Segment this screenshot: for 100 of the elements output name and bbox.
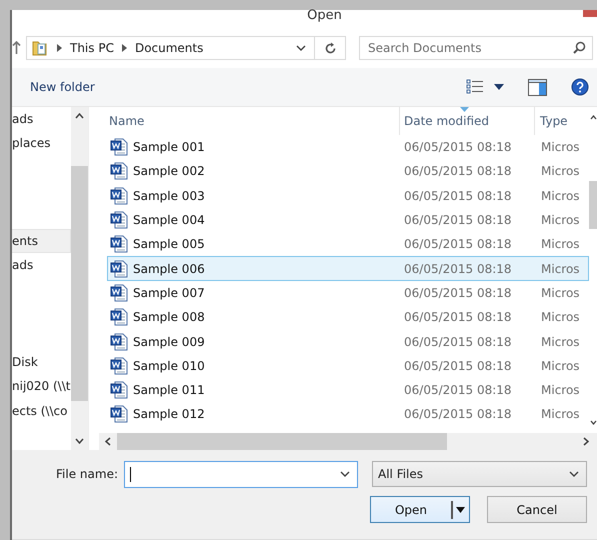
scroll-right-icon[interactable] <box>583 437 589 446</box>
date-cell-text: 06/05/2015 08:18 <box>403 334 513 349</box>
date-cell-text: 06/05/2015 08:18 <box>403 383 513 398</box>
horizontal-scrollbar[interactable] <box>99 433 597 450</box>
file-row[interactable]: Sample 007 06/05/2015 08:18 Micros <box>107 280 589 306</box>
navigation-item[interactable]: ads <box>12 107 71 132</box>
type-cell-text: Micros <box>540 237 581 252</box>
address-bar[interactable]: This PC Documents <box>26 36 346 60</box>
navigation-item[interactable]: ents <box>12 228 71 253</box>
chevron-icon <box>122 44 127 52</box>
word-document-icon <box>110 162 128 180</box>
type-cell-text: Micros <box>540 383 581 398</box>
word-document-icon <box>110 405 128 424</box>
type-cell-text: Micros <box>540 213 581 228</box>
date-cell-text: 06/05/2015 08:18 <box>403 188 513 203</box>
scroll-down-icon[interactable] <box>75 438 84 444</box>
view-list-icon[interactable] <box>466 79 484 95</box>
refresh-icon <box>324 42 336 54</box>
file-row[interactable]: Sample 004 06/05/2015 08:18 Micros <box>107 208 589 232</box>
navigation-item[interactable]: places <box>12 131 71 156</box>
file-name-label: File name: <box>55 467 118 481</box>
file-name: Sample 011 <box>133 383 205 398</box>
word-document-icon <box>110 138 128 156</box>
type-cell-text: Micros <box>540 262 581 276</box>
folder-icon <box>31 39 49 57</box>
file-name: Sample 006 <box>133 262 205 276</box>
type-cell-text: Micros <box>540 164 581 178</box>
new-folder-button[interactable]: New folder <box>30 80 95 94</box>
dropdown-icon[interactable] <box>494 84 504 90</box>
dropdown-icon <box>569 471 579 477</box>
file-name: Sample 009 <box>133 334 205 349</box>
file-name: Sample 012 <box>133 407 205 422</box>
file-row[interactable]: Sample 003 06/05/2015 08:18 Micros <box>107 184 589 208</box>
chevron-icon <box>57 44 62 52</box>
file-row[interactable]: Sample 005 06/05/2015 08:18 Micros <box>107 232 589 256</box>
file-row[interactable]: Sample 001 06/05/2015 08:18 Micros <box>107 135 589 160</box>
scroll-up-icon[interactable] <box>75 113 84 119</box>
dropdown-icon[interactable] <box>456 506 465 512</box>
scrollbar[interactable] <box>71 107 88 450</box>
date-cell-text: 06/05/2015 08:18 <box>403 310 513 324</box>
date-cell-text: 06/05/2015 08:18 <box>403 164 513 178</box>
column-header[interactable]: Name <box>107 107 399 135</box>
column-header[interactable]: Date modified <box>399 107 535 135</box>
navigation-item[interactable]: ads <box>12 252 71 278</box>
file-row[interactable]: Sample 009 06/05/2015 08:18 Micros <box>107 329 589 354</box>
type-cell-text: Micros <box>540 310 581 324</box>
breadcrumb[interactable]: This PC <box>70 41 114 55</box>
file-row[interactable]: Sample 011 06/05/2015 08:18 Micros <box>107 378 589 402</box>
word-document-icon <box>110 308 128 326</box>
navigation-item[interactable]: nij020 (\\t <box>12 374 71 399</box>
date-cell-text: 06/05/2015 08:18 <box>403 407 513 422</box>
file-row[interactable]: Sample 008 06/05/2015 08:18 Micros <box>107 305 589 330</box>
word-document-icon <box>110 235 128 254</box>
scroll-down-icon[interactable] <box>590 420 596 425</box>
scrollbar-thumb[interactable] <box>71 166 88 401</box>
cancel-button[interactable]: Cancel <box>487 496 587 523</box>
file-name: Sample 007 <box>133 286 205 300</box>
scrollbar-thumb[interactable] <box>589 181 597 229</box>
file-name: Sample 003 <box>133 188 205 203</box>
open-button[interactable]: Open <box>370 496 470 523</box>
file-name: Sample 008 <box>133 310 205 324</box>
file-name: Sample 001 <box>133 140 205 154</box>
scrollbar-thumb[interactable] <box>117 433 447 450</box>
dropdown-icon[interactable] <box>340 471 350 477</box>
type-cell-text: Micros <box>540 286 581 300</box>
word-document-icon <box>110 260 128 278</box>
date-cell-text: 06/05/2015 08:18 <box>403 358 513 373</box>
file-row[interactable]: Sample 002 06/05/2015 08:18 Micros <box>107 159 589 184</box>
column-header[interactable]: Type <box>535 107 589 135</box>
file-name: Sample 004 <box>133 213 205 228</box>
dropdown-icon[interactable] <box>296 45 306 51</box>
type-cell-text: Micros <box>540 407 581 422</box>
word-document-icon <box>110 211 128 230</box>
file-name: Sample 005 <box>133 237 205 252</box>
up-arrow-icon[interactable] <box>12 41 21 55</box>
scroll-left-icon[interactable] <box>105 437 111 446</box>
search-icon <box>573 41 586 54</box>
search-field[interactable]: Search Documents <box>359 36 593 60</box>
help-icon[interactable] <box>571 78 589 96</box>
scroll-up-icon[interactable] <box>590 115 596 120</box>
type-cell-text: Micros <box>540 334 581 349</box>
date-cell-text: 06/05/2015 08:18 <box>403 286 513 300</box>
type-cell-text: Micros <box>540 358 581 373</box>
type-cell-text: Micros <box>540 188 581 203</box>
word-document-icon <box>110 284 128 302</box>
file-name-field[interactable] <box>124 460 358 488</box>
preview-pane-icon[interactable] <box>528 78 547 96</box>
file-row[interactable]: Sample 010 06/05/2015 08:18 Micros <box>107 354 589 378</box>
file-row[interactable]: Sample 006 06/05/2015 08:18 Micros <box>107 256 589 281</box>
date-cell-text: 06/05/2015 08:18 <box>403 213 513 228</box>
word-document-icon <box>110 186 128 205</box>
date-cell-text: 06/05/2015 08:18 <box>403 237 513 252</box>
type-cell-text: Micros <box>540 140 581 154</box>
navigation-item[interactable]: ects (\\co <box>12 398 71 424</box>
breadcrumb[interactable]: Documents <box>134 41 204 55</box>
word-document-icon <box>110 332 128 351</box>
file-row[interactable]: Sample 012 06/05/2015 08:18 Micros <box>107 402 589 427</box>
navigation-item[interactable]: Disk <box>12 350 71 374</box>
file-type-dropdown[interactable]: All Files <box>372 461 587 487</box>
word-document-icon <box>110 381 128 400</box>
